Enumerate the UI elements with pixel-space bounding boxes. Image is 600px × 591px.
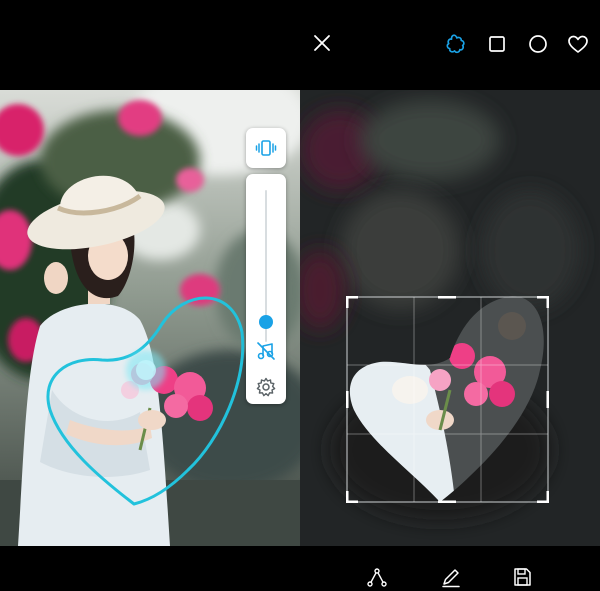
close-icon	[314, 35, 330, 51]
top-toolbar	[0, 0, 600, 90]
vibrate-icon	[255, 140, 277, 156]
square-shape-button[interactable]	[485, 32, 509, 56]
heart-shape-button[interactable]	[566, 32, 590, 56]
music-off-icon[interactable]	[255, 340, 277, 362]
pen-tool-button[interactable]	[440, 566, 462, 588]
square-shape-icon	[489, 36, 505, 52]
vibrate-toggle-button[interactable]	[246, 128, 286, 168]
path-tool-icon	[367, 568, 387, 587]
save-icon	[514, 568, 531, 586]
circle-shape-button[interactable]	[526, 32, 550, 56]
pen-tool-icon	[442, 569, 460, 588]
close-button[interactable]	[310, 31, 334, 55]
brush-size-slider-thumb[interactable]	[259, 315, 273, 330]
crop-selection-frame[interactable]	[346, 296, 549, 503]
heart-shape-icon	[568, 35, 588, 53]
settings-icon[interactable]	[255, 376, 277, 398]
save-button[interactable]	[511, 566, 533, 588]
freeform-shape-icon	[446, 34, 465, 54]
brush-controls-card	[246, 174, 286, 404]
path-tool-button[interactable]	[366, 566, 388, 588]
bottom-toolbar	[0, 546, 600, 583]
circle-shape-icon	[529, 35, 547, 53]
freeform-shape-button[interactable]	[444, 32, 468, 56]
